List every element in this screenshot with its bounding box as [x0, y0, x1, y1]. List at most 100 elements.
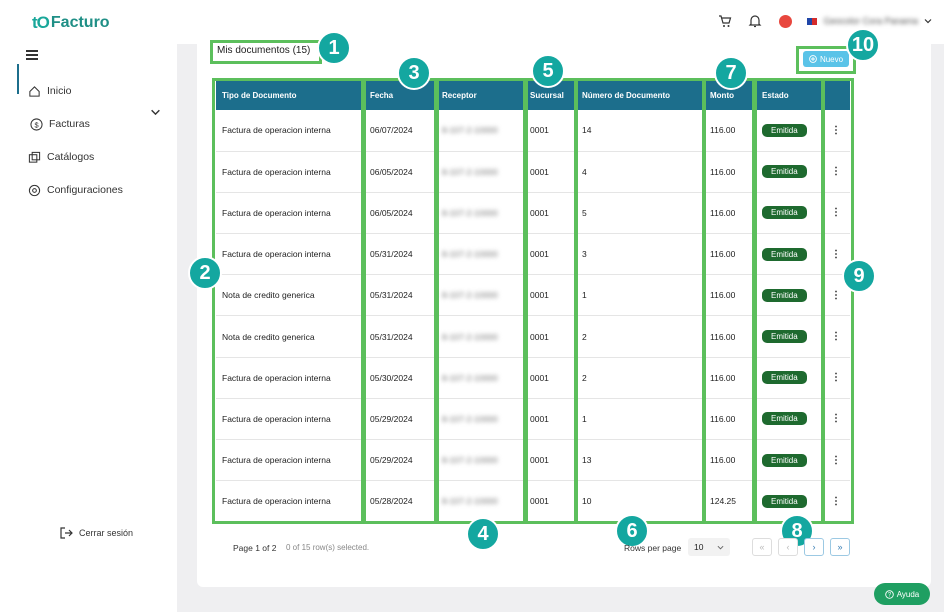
row-menu-icon[interactable]: ⋮ [822, 480, 850, 523]
sidebar-item-facturas[interactable]: $ Facturas [30, 116, 90, 132]
top-icons: Geocolor Cora Panama [717, 13, 932, 29]
table-row[interactable]: Factura de operacion interna 05/28/2024 8-… [216, 480, 850, 523]
rows-per-page-select[interactable]: 10 [688, 538, 730, 556]
cell-sucursal: 0001 [524, 110, 576, 152]
receptor-value: 8-107-2-10000 [442, 166, 498, 177]
cell-tipo: Factura de operacion interna [216, 110, 364, 152]
col-estado[interactable]: Estado [756, 80, 822, 110]
logo-text: Facturo [50, 14, 110, 31]
col-receptor[interactable]: Receptor [436, 80, 524, 110]
table-row[interactable]: Factura de operacion interna 06/05/2024 8-… [216, 192, 850, 235]
row-menu-icon[interactable]: ⋮ [822, 192, 850, 235]
sidebar-item-label: Configuraciones [47, 184, 123, 196]
cell-monto: 124.25 [704, 480, 756, 523]
next-page-button[interactable]: › [804, 538, 824, 556]
cell-numero: 14 [576, 110, 704, 152]
receptor-value: 8-107-2-10000 [442, 413, 498, 424]
row-menu-icon[interactable]: ⋮ [822, 110, 850, 152]
status-badge: Emitida [762, 206, 807, 220]
cell-receptor: 8-107-2-10000 [436, 192, 524, 235]
logout-icon [60, 527, 73, 539]
cell-receptor: 8-107-2-10000 [436, 274, 524, 317]
row-menu-icon[interactable]: ⋮ [822, 439, 850, 482]
status-badge: Emitida [762, 371, 807, 385]
annotation-marker-1: 1 [317, 31, 351, 65]
sidebar-item-label: Inicio [47, 85, 72, 97]
table-row[interactable]: Factura de operacion interna 05/29/2024 8-… [216, 398, 850, 441]
cart-icon[interactable] [717, 13, 733, 29]
cell-estado: Emitida [756, 274, 822, 317]
cell-tipo: Factura de operacion interna [216, 398, 364, 441]
status-badge: Emitida [762, 123, 807, 137]
help-icon: ? [884, 589, 894, 599]
bell-icon[interactable] [747, 13, 763, 29]
table-row[interactable]: Nota de credito generica 05/31/2024 8-107-… [216, 315, 850, 358]
status-badge: Emitida [762, 494, 807, 508]
cell-numero: 1 [576, 398, 704, 441]
help-button[interactable]: ? Ayuda [874, 583, 930, 605]
cell-fecha: 05/29/2024 [364, 439, 436, 482]
cell-sucursal: 0001 [524, 151, 576, 193]
cell-estado: Emitida [756, 439, 822, 482]
new-document-button[interactable]: Nuevo [803, 51, 849, 67]
cell-receptor: 8-107-2-10000 [436, 357, 524, 399]
receptor-value: 8-107-2-10000 [442, 249, 498, 260]
table-row[interactable]: Factura de operacion interna 05/31/2024 8-… [216, 233, 850, 276]
cell-monto: 116.00 [704, 398, 756, 441]
sidebar-item-catalogos[interactable]: Catálogos [28, 149, 94, 165]
cell-fecha: 05/31/2024 [364, 274, 436, 317]
cell-numero: 3 [576, 233, 704, 276]
user-menu[interactable]: Geocolor Cora Panama [807, 16, 932, 26]
row-menu-icon[interactable]: ⋮ [822, 357, 850, 399]
page-info: Page 1 of 2 [233, 543, 277, 553]
table-row[interactable]: Factura de operacion interna 06/05/2024 8-… [216, 151, 850, 193]
sidebar-item-configuraciones[interactable]: Configuraciones [28, 182, 123, 198]
last-page-button[interactable]: » [830, 538, 850, 556]
col-tipo-documento[interactable]: Tipo de Documento [216, 80, 364, 110]
table-row[interactable]: Factura de operacion interna 05/29/2024 8-… [216, 439, 850, 482]
cell-monto: 116.00 [704, 233, 756, 276]
logout-button[interactable]: Cerrar sesión [60, 527, 133, 539]
dollar-icon: $ [30, 117, 43, 131]
annotation-marker-2: 2 [188, 256, 222, 290]
first-page-button[interactable]: « [752, 538, 772, 556]
selection-info: 0 of 15 row(s) selected. [286, 543, 370, 552]
rows-per-page-label: Rows per page [624, 543, 682, 553]
prev-page-button[interactable]: ‹ [778, 538, 798, 556]
row-menu-icon[interactable]: ⋮ [822, 398, 850, 441]
cell-monto: 116.00 [704, 439, 756, 482]
table-row[interactable]: Factura de operacion interna 06/07/2024 8-… [216, 110, 850, 152]
cell-tipo: Factura de operacion interna [216, 357, 364, 399]
cell-estado: Emitida [756, 398, 822, 441]
cell-estado: Emitida [756, 192, 822, 235]
table-row[interactable]: Nota de credito generica 05/31/2024 8-107-… [216, 274, 850, 317]
chevron-down-icon [924, 19, 932, 24]
cell-sucursal: 0001 [524, 315, 576, 358]
cell-monto: 116.00 [704, 315, 756, 358]
status-badge: Emitida [762, 453, 807, 467]
menu-toggle-icon[interactable] [26, 50, 38, 62]
catalog-icon [28, 151, 41, 163]
sidebar-item-inicio[interactable]: Inicio [28, 83, 72, 99]
new-button-label: Nuevo [819, 54, 844, 64]
cell-monto: 116.00 [704, 151, 756, 193]
cell-tipo: Nota de credito generica [216, 315, 364, 358]
receptor-value: 8-107-2-10000 [442, 290, 498, 301]
receptor-value: 8-107-2-10000 [442, 331, 498, 342]
chevron-down-icon[interactable] [150, 107, 161, 118]
receptor-value: 8-107-2-10000 [442, 455, 498, 466]
cell-tipo: Factura de operacion interna [216, 480, 364, 523]
table-row[interactable]: Factura de operacion interna 05/30/2024 8-… [216, 357, 850, 399]
row-menu-icon[interactable]: ⋮ [822, 315, 850, 358]
cell-fecha: 06/05/2024 [364, 151, 436, 193]
cell-fecha: 05/31/2024 [364, 233, 436, 276]
home-icon [29, 85, 40, 97]
col-numero-documento[interactable]: Número de Documento [576, 80, 704, 110]
cell-numero: 2 [576, 357, 704, 399]
row-menu-icon[interactable]: ⋮ [822, 151, 850, 193]
cell-sucursal: 0001 [524, 192, 576, 235]
page-title: Mis documentos (15) [217, 45, 311, 56]
cell-tipo: Factura de operacion interna [216, 233, 364, 276]
app-logo[interactable]: tO Facturo [32, 13, 110, 33]
user-avatar-icon[interactable] [777, 13, 793, 29]
